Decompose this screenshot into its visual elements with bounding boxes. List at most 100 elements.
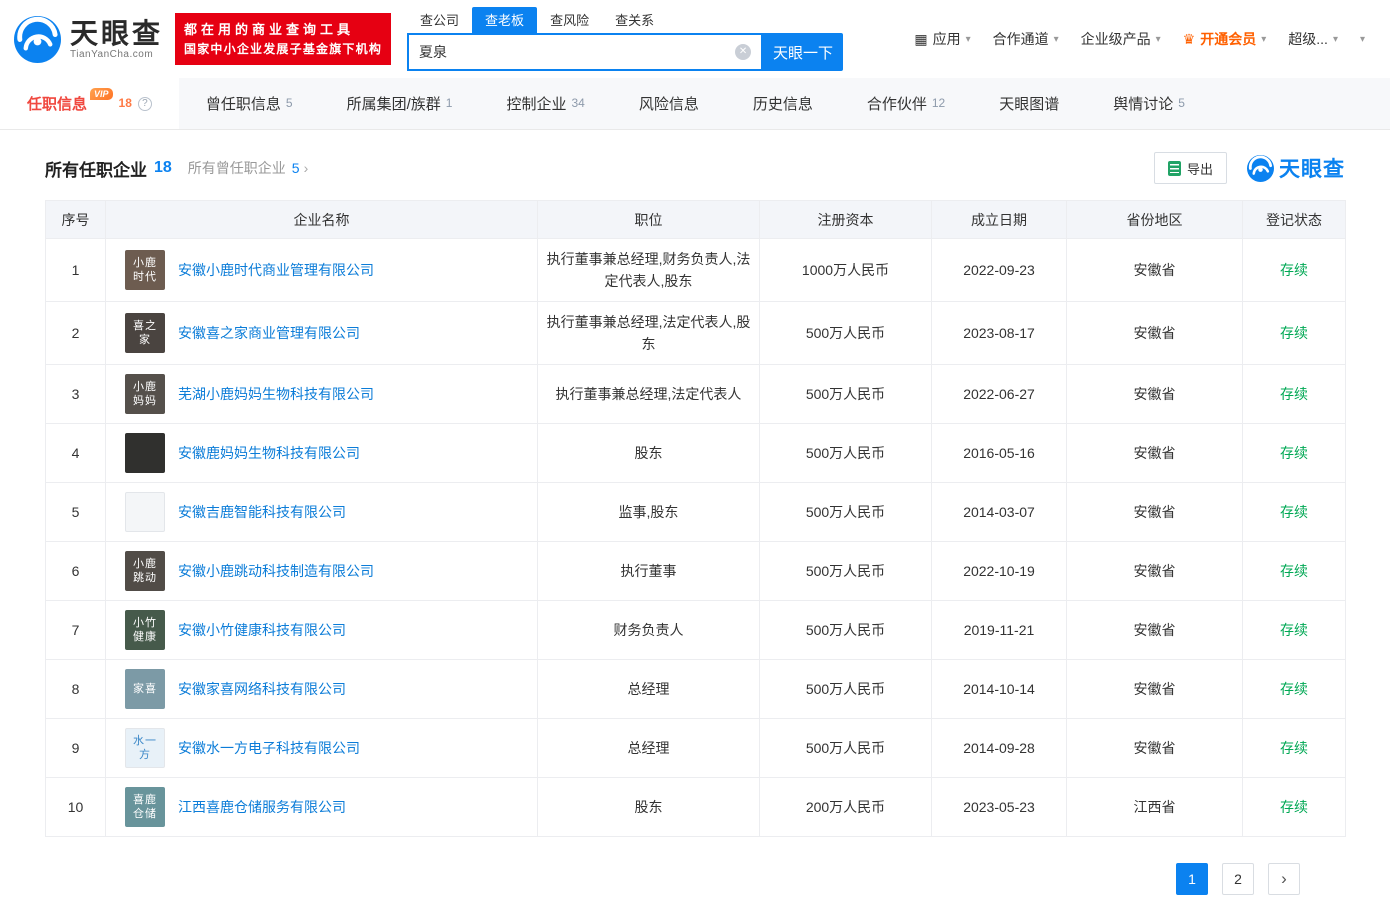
logo-subtitle: TianYanCha.com: [70, 48, 154, 60]
chevron-down-icon: ▾: [965, 33, 971, 45]
nav-item-super[interactable]: 超级... ▾: [1277, 29, 1349, 49]
company-link[interactable]: 安徽喜之家商业管理有限公司: [178, 322, 360, 344]
page-title-count: 18: [154, 159, 172, 176]
status-badge: 存续: [1280, 262, 1308, 278]
company-logo: 家喜: [125, 669, 165, 709]
cell-capital: 200万人民币: [759, 777, 932, 837]
company-link[interactable]: 安徽小鹿跳动科技制造有限公司: [178, 560, 374, 582]
cell-date: 2022-06-27: [931, 364, 1067, 424]
content-header: 所有任职企业 18 所有曾任职企业 5 › 导出 天眼查: [45, 152, 1345, 184]
section-tab-risk-info[interactable]: 风险信息: [612, 78, 726, 129]
company-logo: [125, 492, 165, 532]
search-area: 查公司查老板查风险查关系 ✕ 天眼一下: [407, 7, 844, 71]
cell-capital: 500万人民币: [759, 301, 932, 365]
next-page-button[interactable]: ›: [1268, 863, 1300, 895]
company-logo: 喜鹿 仓储: [125, 787, 165, 827]
cell-date: 2023-08-17: [931, 301, 1067, 365]
nav-item-enterprise-products[interactable]: 企业级产品 ▾: [1070, 29, 1172, 49]
clear-icon[interactable]: ✕: [735, 44, 752, 60]
grid-icon: ▦: [914, 30, 928, 47]
company-link[interactable]: 安徽小鹿时代商业管理有限公司: [178, 259, 374, 281]
cell-position: 股东: [537, 777, 760, 837]
section-tab-group[interactable]: 所属集团/族群 1: [320, 78, 480, 129]
status-badge: 存续: [1280, 445, 1308, 461]
cell-position: 总经理: [537, 718, 760, 778]
tianyancha-watermark-icon: [1247, 154, 1274, 182]
search-tab-relation[interactable]: 查关系: [602, 7, 667, 33]
chevron-right-icon: ›: [303, 160, 309, 176]
site-header: 天眼查 TianYanCha.com 都在用的商业查询工具 国家中小企业发展子基…: [0, 0, 1390, 78]
cell-region: 安徽省: [1066, 364, 1243, 424]
cell-index: 5: [45, 482, 106, 542]
search-input[interactable]: [419, 44, 736, 60]
page-button-2[interactable]: 2: [1222, 863, 1254, 895]
excel-icon: [1167, 160, 1181, 176]
company-logo: 小鹿 妈妈: [125, 374, 165, 414]
nav-item-membership[interactable]: ♛ 开通会员 ▾: [1172, 29, 1278, 49]
crown-icon: ♛: [1182, 30, 1196, 47]
company-logo: 水一方: [125, 728, 165, 768]
chevron-down-icon: ▾: [1053, 33, 1059, 45]
top-nav: ▦ 应用 ▾ 合作通道 ▾ 企业级产品 ▾ ♛ 开通会员 ▾ 超级... ▾ ▾: [903, 29, 1376, 49]
slogan-line1: 都在用的商业查询工具: [184, 22, 355, 37]
export-label: 导出: [1186, 161, 1213, 177]
page-button-1[interactable]: 1: [1176, 863, 1208, 895]
search-tab-risk[interactable]: 查风险: [537, 7, 602, 33]
search-tab-boss[interactable]: 查老板: [472, 7, 538, 33]
help-icon[interactable]: ?: [137, 96, 152, 111]
company-link[interactable]: 江西喜鹿仓储服务有限公司: [178, 796, 346, 818]
former-companies-link[interactable]: 所有曾任职企业 5 ›: [188, 158, 308, 178]
cell-status: 存续: [1242, 238, 1346, 302]
cell-status: 存续: [1242, 482, 1346, 542]
cell-region: 安徽省: [1066, 301, 1243, 365]
company-link[interactable]: 安徽水一方电子科技有限公司: [178, 737, 360, 759]
page-title: 所有任职企业: [45, 160, 147, 180]
search-box: ✕: [407, 33, 764, 71]
status-badge: 存续: [1280, 681, 1308, 697]
former-companies-count: 5: [291, 160, 300, 176]
company-link[interactable]: 安徽吉鹿智能科技有限公司: [178, 501, 346, 523]
status-badge: 存续: [1280, 622, 1308, 638]
chevron-down-icon: ▾: [1332, 33, 1338, 45]
nav-item-more[interactable]: ▾: [1349, 34, 1376, 45]
table-row: 4 安徽鹿妈妈生物科技有限公司 股东 500万人民币 2016-05-16 安徽省 存续: [45, 423, 1346, 483]
column-header: 职位: [537, 200, 760, 239]
column-header: 省份地区: [1066, 200, 1243, 239]
section-tab-graph[interactable]: 天眼图谱: [972, 78, 1086, 129]
company-logo: 小鹿 时代: [125, 250, 165, 290]
cell-index: 1: [45, 238, 106, 302]
export-button[interactable]: 导出: [1153, 152, 1227, 184]
search-button[interactable]: 天眼一下: [763, 33, 844, 71]
logo-title: 天眼查: [70, 17, 164, 49]
status-badge: 存续: [1280, 563, 1308, 579]
tab-count: 12: [931, 95, 946, 110]
cell-index: 2: [45, 301, 106, 365]
section-tab-opinions[interactable]: 舆情讨论 5: [1086, 78, 1212, 129]
status-badge: 存续: [1280, 740, 1308, 756]
brand-slogan: 都在用的商业查询工具 国家中小企业发展子基金旗下机构: [175, 13, 392, 65]
company-link[interactable]: 安徽家喜网络科技有限公司: [178, 678, 346, 700]
cell-date: 2023-05-23: [931, 777, 1067, 837]
company-link[interactable]: 芜湖小鹿妈妈生物科技有限公司: [178, 383, 374, 405]
section-tab-positions[interactable]: 任职信息 VIP 18?: [0, 78, 179, 129]
search-row: ✕ 天眼一下: [407, 33, 844, 71]
section-tab-history-info[interactable]: 历史信息: [726, 78, 840, 129]
table-row: 2 喜之家安徽喜之家商业管理有限公司 执行董事兼总经理,法定代表人,股东 500万人民…: [45, 301, 1346, 365]
former-companies-label: 所有曾任职企业: [187, 160, 286, 176]
cell-index: 9: [45, 718, 106, 778]
search-tab-company[interactable]: 查公司: [407, 7, 472, 33]
cell-region: 安徽省: [1066, 423, 1243, 483]
company-link[interactable]: 安徽鹿妈妈生物科技有限公司: [178, 442, 360, 464]
section-tab-partners[interactable]: 合作伙伴 12: [840, 78, 972, 129]
tianyancha-logo[interactable]: 天眼查 TianYanCha.com: [14, 15, 164, 63]
cell-position: 总经理: [537, 659, 760, 719]
main-content: 所有任职企业 18 所有曾任职企业 5 › 导出 天眼查 序号企业名称职位: [0, 130, 1390, 895]
company-link[interactable]: 安徽小竹健康科技有限公司: [178, 619, 346, 641]
nav-item-cooperation[interactable]: 合作通道 ▾: [982, 29, 1070, 49]
column-header: 企业名称: [105, 200, 538, 239]
status-badge: 存续: [1280, 325, 1308, 341]
section-tab-controlled-companies[interactable]: 控制企业 34: [479, 78, 611, 129]
nav-item-apps[interactable]: ▦ 应用 ▾: [903, 29, 981, 49]
cell-date: 2014-10-14: [931, 659, 1067, 719]
section-tab-former-positions[interactable]: 曾任职信息 5: [179, 78, 320, 129]
